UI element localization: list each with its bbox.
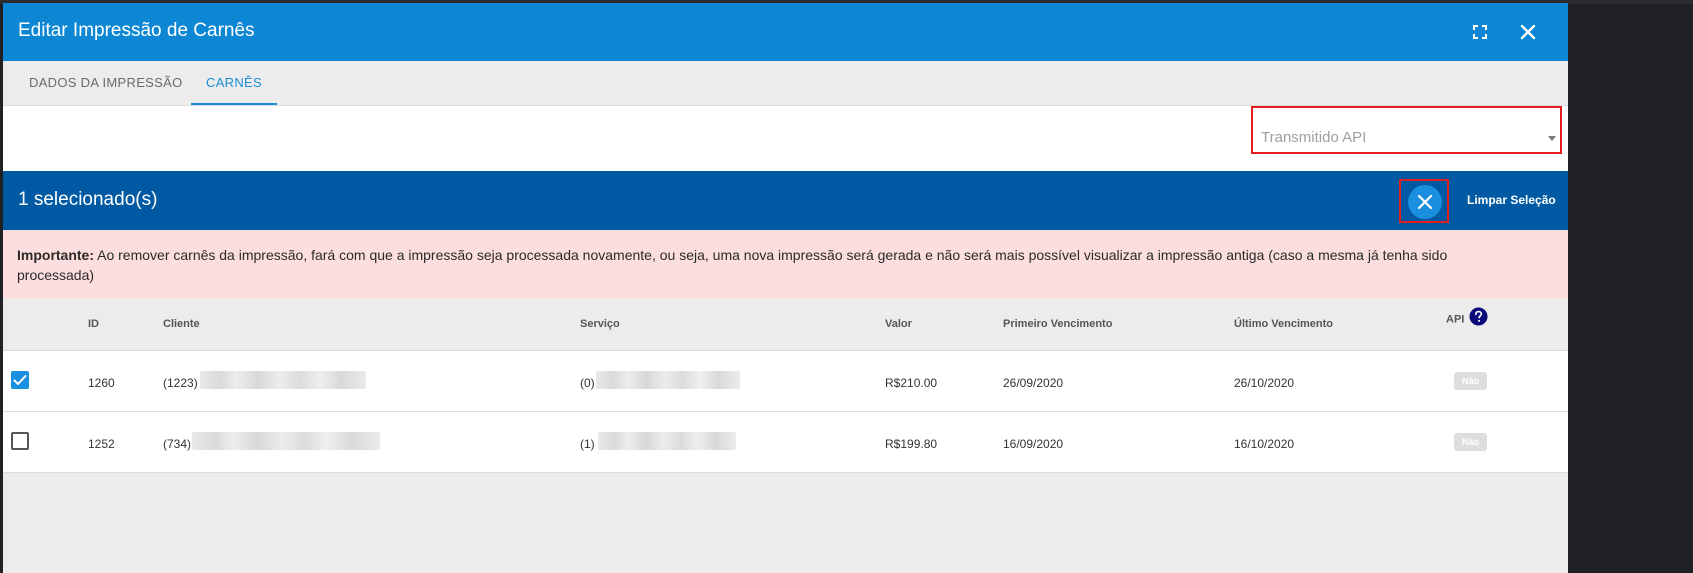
row-checkbox[interactable] bbox=[11, 371, 29, 389]
close-icon bbox=[1520, 24, 1536, 40]
redacted-client-name bbox=[200, 371, 366, 389]
selection-count: 1 selecionado(s) bbox=[18, 189, 158, 210]
row-checkbox[interactable] bbox=[11, 432, 29, 450]
col-servico[interactable]: Serviço bbox=[580, 318, 620, 330]
cell-id: 1260 bbox=[88, 376, 115, 390]
cell-ultimo-vencimento: 16/10/2020 bbox=[1234, 437, 1295, 451]
dialog-header: Editar Impressão de Carnês bbox=[3, 3, 1568, 61]
tab-bar: DADOS DA IMPRESSÃO CARNÊS bbox=[3, 61, 1568, 106]
select-placeholder: Transmitido API bbox=[1261, 129, 1367, 146]
col-ultimo-vencimento[interactable]: Último Vencimento bbox=[1234, 318, 1333, 330]
clear-selection-button[interactable] bbox=[1408, 185, 1442, 219]
filter-row: Transmitido API bbox=[3, 106, 1568, 171]
help-icon[interactable] bbox=[1469, 307, 1488, 326]
cell-servico: (0) bbox=[580, 376, 595, 390]
fullscreen-icon bbox=[1473, 25, 1487, 39]
redacted-client-name bbox=[192, 432, 380, 450]
col-api-label: API bbox=[1446, 313, 1465, 326]
warning-text: Ao remover carnês da impressão, fará com… bbox=[17, 247, 1448, 283]
col-valor[interactable]: Valor bbox=[885, 318, 912, 330]
col-primeiro-vencimento[interactable]: Primeiro Vencimento bbox=[1003, 318, 1112, 330]
fullscreen-button[interactable] bbox=[1465, 17, 1495, 47]
cell-ultimo-vencimento: 26/10/2020 bbox=[1234, 376, 1295, 390]
cell-id: 1252 bbox=[88, 437, 115, 451]
clear-selection-link[interactable]: Limpar Seleção bbox=[1467, 193, 1556, 207]
table-row[interactable]: 1260 (1223) (0) R$210.00 26/09/2020 26/1… bbox=[3, 351, 1568, 412]
selection-bar: 1 selecionado(s) Limpar Seleção bbox=[3, 171, 1568, 230]
redacted-service-name bbox=[596, 371, 740, 389]
table-header: ID Cliente Serviço Valor Primeiro Vencim… bbox=[3, 298, 1568, 351]
checkmark-icon bbox=[13, 375, 27, 385]
tab-dados-impressao[interactable]: DADOS DA IMPRESSÃO bbox=[29, 61, 183, 105]
cell-primeiro-vencimento: 26/09/2020 bbox=[1003, 376, 1064, 390]
col-api: API bbox=[1446, 307, 1488, 326]
warning-message: Importante: Ao remover carnês da impress… bbox=[3, 230, 1568, 298]
cell-cliente: (734) bbox=[163, 437, 192, 451]
close-dialog-button[interactable] bbox=[1513, 17, 1543, 47]
cell-valor: R$210.00 bbox=[885, 376, 938, 390]
cell-cliente: (1223) bbox=[163, 376, 198, 390]
dropdown-caret-icon bbox=[1548, 136, 1556, 141]
close-icon bbox=[1417, 194, 1433, 210]
col-id[interactable]: ID bbox=[88, 318, 99, 330]
api-status-badge: Não bbox=[1454, 372, 1487, 390]
dialog-title: Editar Impressão de Carnês bbox=[18, 20, 255, 41]
warning-label: Importante: bbox=[17, 247, 94, 263]
cell-servico: (1) bbox=[580, 437, 595, 451]
tab-carnes[interactable]: CARNÊS bbox=[191, 61, 277, 105]
transmitido-api-select[interactable]: Transmitido API bbox=[1251, 106, 1562, 154]
api-status-badge: Não bbox=[1454, 433, 1487, 451]
col-cliente[interactable]: Cliente bbox=[163, 318, 200, 330]
redacted-service-name bbox=[598, 432, 736, 450]
table-row[interactable]: 1252 (734) (1) R$199.80 16/09/2020 16/10… bbox=[3, 412, 1568, 473]
cell-primeiro-vencimento: 16/09/2020 bbox=[1003, 437, 1064, 451]
edit-print-dialog: Editar Impressão de Carnês DADOS DA IMPR… bbox=[3, 3, 1568, 573]
clear-selection-highlight bbox=[1399, 179, 1449, 223]
cell-valor: R$199.80 bbox=[885, 437, 938, 451]
